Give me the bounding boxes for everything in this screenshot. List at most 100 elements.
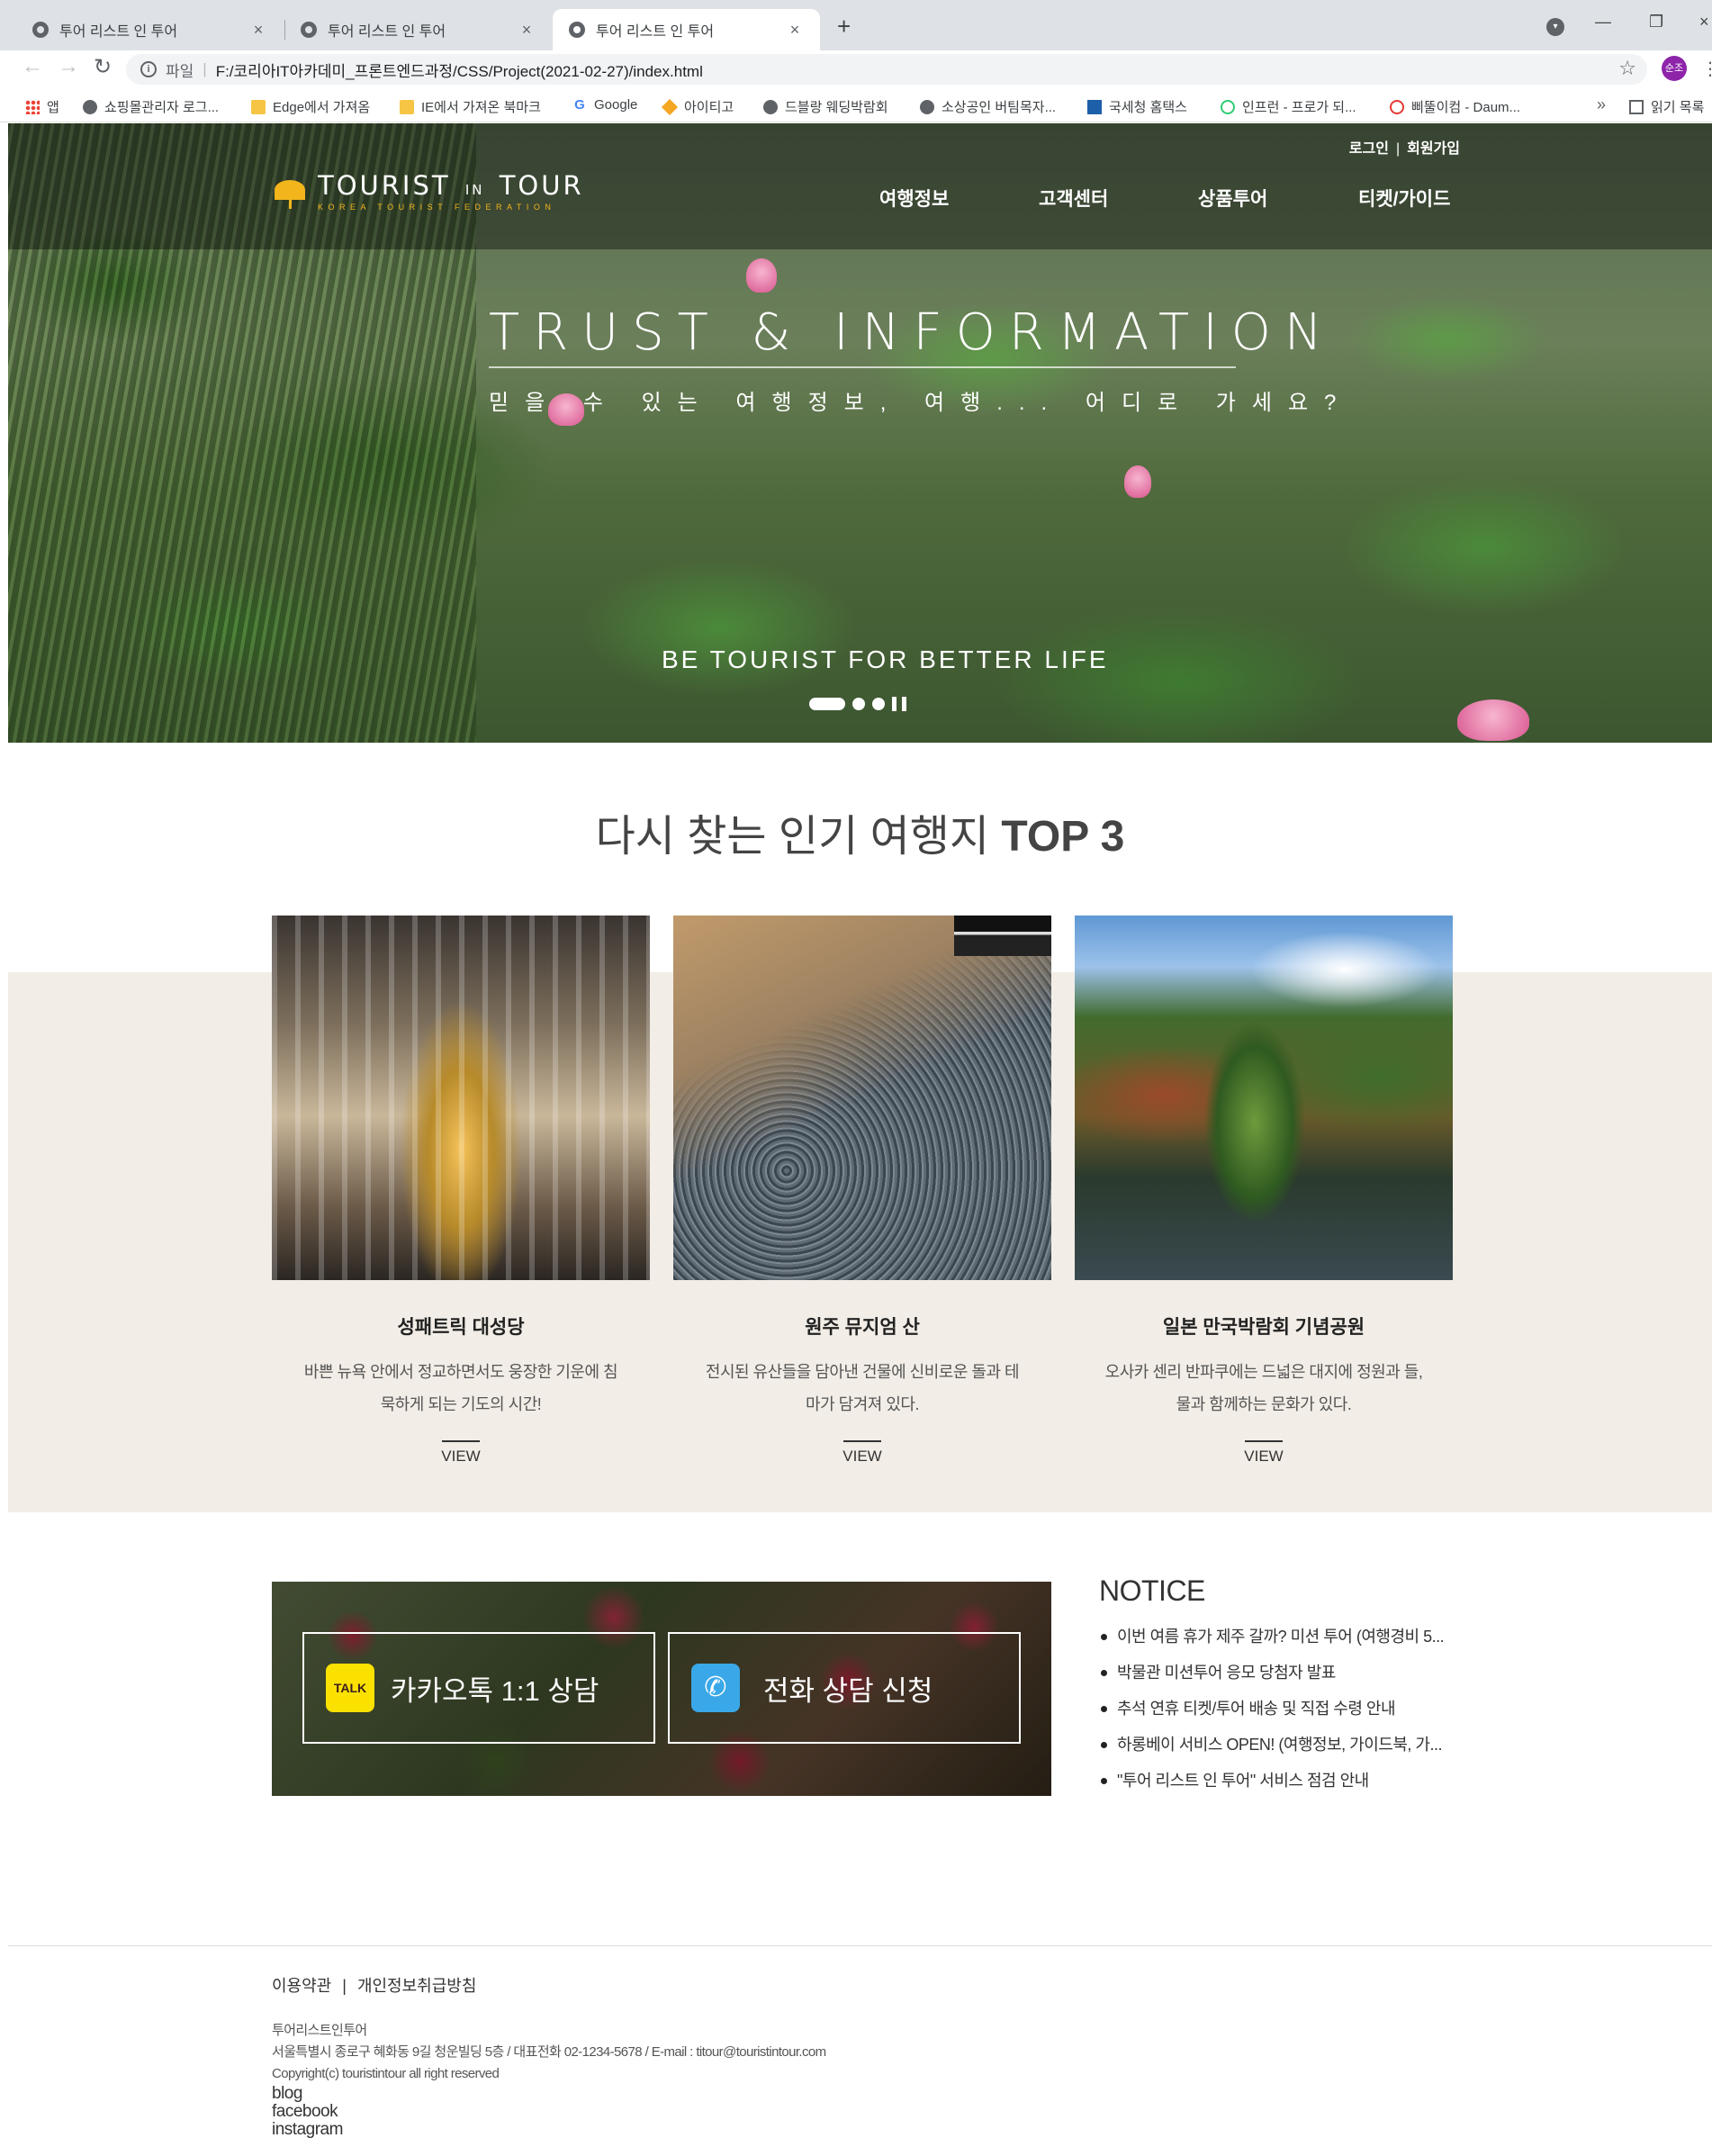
utility-menu: 로그인 | 회원가입 bbox=[1349, 136, 1460, 158]
phone-consult-button[interactable]: ✆ 전화 상담 신청 bbox=[668, 1632, 1021, 1744]
consult-banner: TALK 카카오톡 1:1 상담 ✆ 전화 상담 신청 bbox=[272, 1582, 1051, 1796]
gnb-ticket-guide[interactable]: 티켓/가이드 bbox=[1358, 185, 1450, 212]
bookmark-folder[interactable]: Edge에서 가져옴 bbox=[251, 97, 370, 116]
phone-consult-label: 전화 상담 신청 bbox=[763, 1674, 933, 1707]
bookmark-folder[interactable]: IE에서 가져온 북마크 bbox=[400, 97, 541, 116]
globe-icon bbox=[920, 99, 934, 114]
slide-dot-active[interactable] bbox=[809, 698, 845, 710]
close-window-icon[interactable]: × bbox=[1699, 13, 1709, 32]
tab-title: 투어 리스트 인 투어 bbox=[59, 24, 178, 40]
slider-pagination bbox=[809, 697, 906, 711]
museum-water-photo[interactable] bbox=[673, 916, 1051, 1280]
top3-heading-text: 다시 찾는 인기 여행지 bbox=[595, 813, 990, 861]
bookmark-item[interactable]: 국세청 홈택스 bbox=[1087, 97, 1187, 116]
back-icon[interactable]: ← bbox=[22, 54, 43, 79]
restore-icon[interactable]: ❐ bbox=[1649, 13, 1663, 32]
facebook-link[interactable]: facebook bbox=[272, 2103, 343, 2121]
site-logo[interactable]: TOURIST IN TOUR KOREA TOURIST FEDERATION bbox=[275, 170, 584, 212]
top3-heading-bold: TOP 3 bbox=[1001, 813, 1125, 861]
browser-tab[interactable]: 투어 리스트 인 투어 × bbox=[16, 9, 284, 50]
company-info: 투어리스트인투어 서울특별시 종로구 혜화동 9길 청운빌딩 5층 / 대표전화… bbox=[272, 2020, 826, 2085]
browser-tab-active[interactable]: 투어 리스트 인 투어 × bbox=[553, 9, 820, 50]
slide-dot[interactable] bbox=[852, 698, 865, 710]
garden-photo[interactable] bbox=[1075, 916, 1453, 1280]
info-icon[interactable]: i bbox=[140, 61, 157, 77]
pause-icon[interactable] bbox=[892, 697, 906, 711]
globe-icon bbox=[32, 22, 49, 38]
card-title: 일본 만국박람회 기념공원 bbox=[1162, 1317, 1365, 1338]
hero-tagline: BE TOURIST FOR BETTER LIFE bbox=[662, 645, 1109, 673]
bookmark-star-icon[interactable]: ☆ bbox=[1618, 57, 1636, 80]
browser-tab-strip: 투어 리스트 인 투어 × 투어 리스트 인 투어 × 투어 리스트 인 투어 … bbox=[0, 0, 1712, 50]
company-address: 서울특별시 종로구 혜화동 9길 청운빌딩 5층 / 대표전화 02-1234-… bbox=[272, 2044, 826, 2060]
join-link[interactable]: 회원가입 bbox=[1407, 141, 1460, 157]
gnb-product-tour[interactable]: 상품투어 bbox=[1198, 185, 1267, 212]
blog-link[interactable]: blog bbox=[272, 2085, 343, 2103]
instagram-link[interactable]: instagram bbox=[272, 2121, 343, 2139]
bookmark-label: 아이티고 bbox=[684, 100, 734, 115]
bookmark-label: 드블랑 웨딩박람회 bbox=[785, 100, 888, 115]
browser-tab[interactable]: 투어 리스트 인 투어 × bbox=[284, 9, 552, 50]
diamond-icon bbox=[661, 98, 679, 115]
notice-item[interactable]: "투어 리스트 인 투어" 서비스 점검 안내 bbox=[1099, 1763, 1459, 1799]
browser-toolbar: ← → ↻ i 파일 | F:/코리아IT아카데미_프론트엔드과정/CSS/Pr… bbox=[0, 50, 1712, 90]
hero-title: TRUST & INFORMATION bbox=[489, 303, 1336, 362]
card-title: 원주 뮤지엄 산 bbox=[805, 1317, 920, 1338]
bookmark-item[interactable]: 쇼핑몰관리자 로그... bbox=[83, 97, 219, 116]
slide-dot[interactable] bbox=[872, 698, 885, 710]
hero-divider bbox=[489, 366, 1236, 368]
lotus-flower bbox=[1124, 465, 1151, 498]
daum-icon bbox=[1390, 99, 1404, 114]
profile-avatar[interactable]: 순조 bbox=[1662, 56, 1687, 81]
bookmark-label: 앱 bbox=[47, 100, 59, 115]
globe-icon bbox=[763, 99, 778, 114]
new-tab-button[interactable]: + bbox=[837, 13, 851, 41]
destination-card: 일본 만국박람회 기념공원 오사카 센리 반파쿠에는 드넓은 대지에 정원과 들… bbox=[1075, 916, 1453, 1466]
bookmark-apps[interactable]: 앱 bbox=[25, 97, 59, 116]
bookmark-item[interactable]: 드블랑 웨딩박람회 bbox=[763, 97, 888, 116]
umbrella-logo-icon bbox=[275, 175, 311, 209]
footer-links: 이용약관 | 개인정보취급방침 bbox=[272, 1973, 476, 1997]
close-icon[interactable]: × bbox=[518, 21, 536, 40]
view-link[interactable]: VIEW bbox=[673, 1448, 1051, 1466]
card-divider bbox=[1245, 1440, 1283, 1442]
address-url[interactable]: F:/코리아IT아카데미_프론트엔드과정/CSS/Project(2021-02… bbox=[216, 59, 703, 81]
tab-search-icon[interactable]: ▾ bbox=[1546, 18, 1564, 36]
terms-link[interactable]: 이용약관 bbox=[272, 1977, 331, 1995]
notice-list: 이번 여름 휴가 제주 갈까? 미션 투어 (여행경비 5... 박물관 미션투… bbox=[1099, 1619, 1459, 1799]
bookmarks-overflow-button[interactable]: » bbox=[1597, 95, 1606, 114]
close-icon[interactable]: × bbox=[786, 21, 804, 40]
bookmark-label: 쇼핑몰관리자 로그... bbox=[104, 100, 220, 115]
cathedral-photo[interactable] bbox=[272, 916, 650, 1280]
forward-icon[interactable]: → bbox=[58, 54, 79, 79]
privacy-link[interactable]: 개인정보취급방침 bbox=[357, 1977, 476, 1995]
notice-item[interactable]: 박물관 미션투어 응모 당첨자 발표 bbox=[1099, 1655, 1459, 1691]
bookmark-item[interactable]: 인프런 - 프로가 되... bbox=[1221, 97, 1356, 116]
minimize-icon[interactable]: — bbox=[1595, 13, 1611, 32]
notice-item[interactable]: 하롱베이 서비스 OPEN! (여행정보, 가이드북, 가... bbox=[1099, 1727, 1459, 1763]
address-bar[interactable]: i 파일 | F:/코리아IT아카데미_프론트엔드과정/CSS/Project(… bbox=[126, 54, 1647, 85]
gnb-customer-center[interactable]: 고객센터 bbox=[1039, 185, 1108, 212]
hero-slider: TOURIST IN TOUR KOREA TOURIST FEDERATION… bbox=[8, 123, 1712, 743]
bookmark-item[interactable]: 소상공인 버팀목자... bbox=[920, 97, 1056, 116]
kakao-consult-button[interactable]: TALK 카카오톡 1:1 상담 bbox=[302, 1632, 655, 1744]
bookmark-item[interactable]: 삐뚤이컴 - Daum... bbox=[1390, 97, 1520, 116]
view-link[interactable]: VIEW bbox=[1075, 1448, 1453, 1466]
menu-icon[interactable]: ⋮ bbox=[1701, 58, 1712, 80]
notice-item[interactable]: 추석 연휴 티켓/투어 배송 및 직접 수령 안내 bbox=[1099, 1691, 1459, 1727]
reading-list-button[interactable]: 읽기 목록 bbox=[1629, 97, 1704, 116]
notice-item[interactable]: 이번 여름 휴가 제주 갈까? 미션 투어 (여행경비 5... bbox=[1099, 1619, 1459, 1655]
reload-icon[interactable]: ↻ bbox=[94, 54, 112, 80]
kakao-consult-label: 카카오톡 1:1 상담 bbox=[391, 1674, 599, 1707]
reading-list-label: 읽기 목록 bbox=[1651, 100, 1705, 115]
bookmarks-bar: 앱 쇼핑몰관리자 로그... Edge에서 가져옴 IE에서 가져온 북마크 G… bbox=[0, 90, 1712, 122]
bookmark-item[interactable]: G Google bbox=[572, 97, 637, 113]
bookmark-label: Edge에서 가져옴 bbox=[273, 100, 371, 115]
view-link[interactable]: VIEW bbox=[272, 1448, 650, 1466]
login-link[interactable]: 로그인 bbox=[1349, 141, 1389, 157]
gnb-travel-info[interactable]: 여행정보 bbox=[879, 185, 949, 212]
notice-title[interactable]: NOTICE bbox=[1099, 1574, 1459, 1608]
card-divider bbox=[442, 1440, 480, 1442]
bookmark-item[interactable]: 아이티고 bbox=[661, 97, 734, 116]
close-icon[interactable]: × bbox=[249, 21, 267, 40]
